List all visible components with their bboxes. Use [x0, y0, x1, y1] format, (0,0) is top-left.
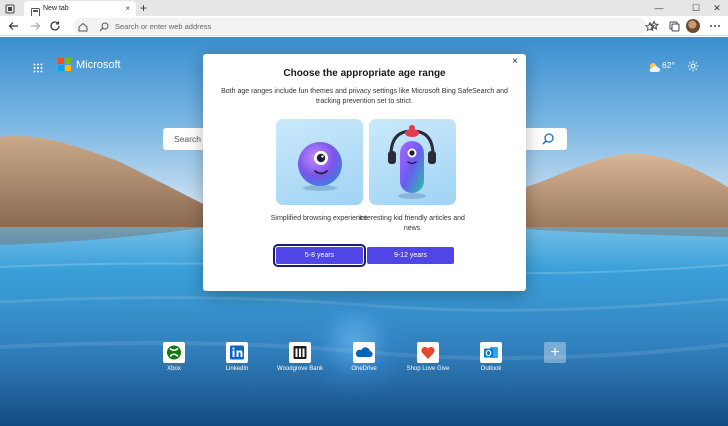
favorites-icon[interactable]	[646, 18, 662, 34]
search-submit-icon[interactable]	[541, 132, 555, 146]
quick-link-tile	[289, 342, 311, 363]
new-tab-page-icon	[31, 4, 40, 17]
browser-toolbar	[0, 16, 728, 36]
partly-cloudy-icon	[648, 60, 661, 72]
quick-link-label: Xbox	[167, 366, 181, 372]
quick-link-onedrive[interactable]: OneDrive	[342, 342, 386, 378]
collections-icon[interactable]	[666, 18, 682, 34]
quick-link-tile	[226, 342, 248, 363]
dialog-title: Choose the appropriate age range	[283, 68, 446, 79]
quick-link-tile	[163, 342, 185, 363]
woodgrove-bank-icon	[293, 346, 307, 359]
tab-actions-icon[interactable]	[4, 2, 16, 14]
search-icon	[98, 20, 110, 32]
quick-link-shop-love-give[interactable]: Shop Love Give	[406, 342, 450, 378]
new-tab-button[interactable]: +	[140, 1, 147, 15]
address-bar[interactable]	[73, 18, 656, 34]
quick-link-woodgrove-bank[interactable]: Woodgrove Bank	[277, 342, 323, 378]
purple-ball-character-icon	[298, 142, 342, 191]
outlook-icon	[484, 347, 498, 358]
refresh-icon[interactable]	[47, 18, 63, 34]
app-launcher-icon[interactable]	[33, 60, 43, 73]
weather-widget[interactable]: 62°	[648, 59, 688, 73]
close-window-button[interactable]: ✕	[706, 1, 728, 15]
back-icon[interactable]	[6, 18, 22, 34]
quick-link-tile	[480, 342, 502, 363]
headphone-character-icon	[388, 125, 436, 199]
quick-link-label: Outlook	[480, 366, 502, 372]
tab-new-tab[interactable]: New tab ×	[24, 1, 136, 17]
tab-close-icon[interactable]: ×	[125, 3, 130, 14]
linkedin-icon	[230, 345, 244, 360]
quick-link-label: LinkedIn	[225, 366, 249, 372]
quick-link-label: Woodgrove Bank	[277, 366, 323, 372]
home-icon[interactable]	[77, 20, 89, 32]
add-quick-link-button[interactable]: +	[544, 342, 566, 363]
profile-avatar[interactable]	[686, 19, 700, 33]
forward-icon[interactable]	[27, 18, 43, 34]
address-input[interactable]	[115, 20, 535, 32]
quick-link-outlook[interactable]: Outlook	[469, 342, 513, 378]
xbox-icon	[167, 345, 181, 360]
settings-gear-icon[interactable]	[687, 59, 699, 72]
quick-link-tile	[417, 342, 439, 363]
quick-link-label: OneDrive	[351, 366, 377, 372]
microsoft-logo-icon	[58, 58, 71, 71]
tab-title: New tab	[43, 5, 69, 12]
onedrive-icon	[355, 347, 373, 358]
more-menu-icon[interactable]	[707, 18, 723, 34]
weather-temperature: 62°	[662, 60, 675, 70]
quick-link-tile	[353, 342, 375, 363]
age-option-caption-9-12: Interesting kid friendly articles and ne…	[359, 215, 465, 232]
age-5-8-button[interactable]: 5-8 years	[273, 244, 366, 267]
microsoft-brand-text: Microsoft	[76, 59, 121, 71]
age-option-card-5-8[interactable]	[276, 119, 363, 205]
age-option-card-9-12[interactable]	[369, 119, 456, 205]
tab-strip: New tab × + — ☐ ✕	[0, 0, 728, 17]
maximize-button[interactable]: ☐	[685, 1, 707, 15]
age-9-12-button[interactable]: 9-12 years	[367, 247, 454, 264]
quick-link-xbox[interactable]: Xbox	[152, 342, 196, 378]
minimize-button[interactable]: —	[648, 1, 670, 15]
plus-icon: +	[550, 344, 560, 361]
age-range-dialog: × Choose the appropriate age range Both …	[203, 54, 526, 291]
dialog-description: Both age ranges include fun themes and p…	[221, 88, 508, 105]
shop-love-give-icon	[421, 346, 435, 359]
quick-link-linkedin[interactable]: LinkedIn	[215, 342, 259, 378]
quick-link-label: Shop Love Give	[406, 366, 450, 372]
